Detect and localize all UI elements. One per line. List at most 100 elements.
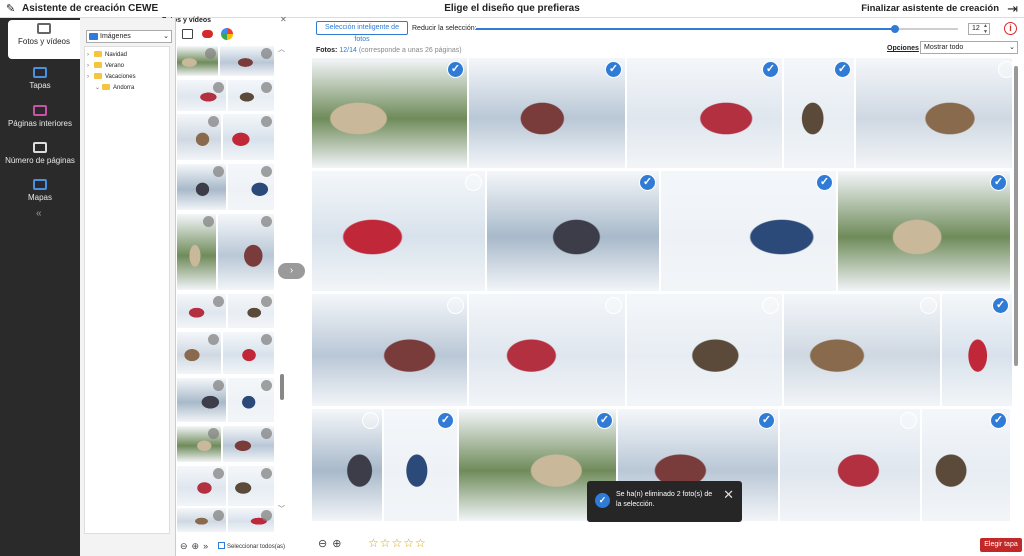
zoom-in-icon[interactable]: ⊕ [192,541,200,551]
selected-check-icon[interactable]: ✓ [762,61,779,78]
thumbnail[interactable] [228,164,274,210]
photo-tile[interactable] [312,294,467,406]
thumbnail[interactable] [220,46,274,76]
thumbnail[interactable] [177,508,226,532]
nav-item-maps[interactable]: Mapas [0,179,80,203]
thumbnail[interactable] [228,80,274,111]
thumbnail[interactable] [177,294,226,328]
chevron-right-icon[interactable]: › [87,51,94,59]
thumbnail[interactable] [177,378,226,422]
device-icon[interactable] [182,29,193,39]
photo-tile[interactable]: ✓ [627,58,782,168]
tree-item-andorra[interactable]: ⌄ Andorra [95,84,134,92]
thumbnail[interactable] [228,466,274,506]
thumbnail[interactable] [228,508,274,532]
finish-wizard-link[interactable]: Finalizar asistente de creación [861,3,999,14]
slider-handle[interactable] [891,25,900,33]
add-arrow-icon[interactable] [208,334,219,345]
photo-count-stepper[interactable]: 12 ▲ ▼ [968,23,990,35]
add-arrow-icon[interactable] [213,296,224,307]
chevron-down-icon[interactable]: ⌄ [95,84,102,92]
selected-check-icon[interactable]: ✓ [437,412,454,429]
zoom-in-icon[interactable]: ⊕ [332,538,341,550]
add-arrow-icon[interactable] [261,116,272,127]
unselected-circle-icon[interactable] [362,412,379,429]
chevron-up-icon[interactable]: ︿ [278,44,285,54]
chevron-down-icon[interactable]: ﹀ [278,504,285,514]
add-arrow-icon[interactable] [261,380,272,391]
add-arrow-icon[interactable] [261,510,272,521]
photo-tile[interactable] [780,409,920,521]
photo-tile[interactable] [627,294,782,406]
photo-tile[interactable]: ✓ [487,171,659,291]
add-arrow-icon[interactable] [213,380,224,391]
photo-tile[interactable] [469,294,625,406]
thumbnail[interactable] [218,214,274,290]
add-arrow-icon[interactable] [205,48,216,59]
photo-tile[interactable] [312,171,485,291]
selected-check-icon[interactable]: ✓ [758,412,775,429]
nav-item-page-count[interactable]: Número de páginas [0,142,80,166]
unselected-circle-icon[interactable] [920,297,937,314]
photo-tile[interactable]: ✓ [784,58,854,168]
selected-check-icon[interactable]: ✓ [447,61,464,78]
photo-tile[interactable]: ✓ [469,58,625,168]
add-arrow-icon[interactable] [261,48,272,59]
add-arrow-icon[interactable] [208,428,219,439]
selected-check-icon[interactable]: ✓ [605,61,622,78]
add-arrow-icon[interactable] [261,468,272,479]
chevron-down-icon[interactable]: › [87,73,94,81]
nav-item-pages[interactable]: Páginas interiores [0,105,80,129]
selected-check-icon[interactable]: ✓ [990,412,1007,429]
folder-select[interactable]: Imágenes ⌄ [86,30,172,43]
reduce-selection-slider[interactable] [476,25,958,33]
cloud-icon[interactable] [202,30,213,38]
selected-check-icon[interactable]: ✓ [639,174,656,191]
collapse-icon[interactable]: « [36,208,42,219]
add-to-selection-button[interactable]: › [278,263,305,279]
zoom-out-icon[interactable]: ⊖ [180,541,188,551]
options-link[interactable]: Opciones [887,45,919,52]
selected-check-icon[interactable]: ✓ [834,61,851,78]
thumbnail[interactable] [177,332,221,374]
thumbnail[interactable] [177,164,226,210]
unselected-circle-icon[interactable] [465,174,482,191]
stepper-arrows-icon[interactable]: ▲ ▼ [983,23,988,35]
selected-check-icon[interactable]: ✓ [990,174,1007,191]
close-panel-icon[interactable]: ✕ [280,15,287,24]
add-arrow-icon[interactable] [208,116,219,127]
thumbnail[interactable] [177,46,218,76]
unselected-circle-icon[interactable] [998,61,1012,78]
tree-item-navidad[interactable]: › Navidad [87,51,127,59]
photo-tile[interactable] [856,58,1012,168]
add-arrow-icon[interactable] [213,166,224,177]
close-icon[interactable]: ✕ [723,487,734,503]
add-arrow-icon[interactable] [213,468,224,479]
thumbnail[interactable] [223,114,274,160]
add-arrow-icon[interactable] [261,296,272,307]
nav-item-covers[interactable]: Tapas [0,67,80,91]
smart-selection-button[interactable]: Selección inteligente de fotos [316,21,408,43]
thumbnail[interactable] [228,378,274,422]
unselected-circle-icon[interactable] [447,297,464,314]
photo-tile[interactable]: ✓ [922,409,1010,521]
unselected-circle-icon[interactable] [605,297,622,314]
chevron-right-icon[interactable]: › [87,62,94,70]
zoom-out-icon[interactable]: ⊖ [318,538,327,550]
photo-tile[interactable]: ✓ [312,58,467,168]
photo-tile[interactable]: ✓ [384,409,457,521]
photo-grid-scrollbar[interactable] [1013,58,1019,523]
checkbox-icon[interactable] [218,542,225,549]
add-arrow-icon[interactable] [261,334,272,345]
thumbnail[interactable] [228,294,274,328]
choose-cover-button[interactable]: Elegir tapa [980,538,1022,552]
rating-stars[interactable]: ☆☆☆☆☆ [368,536,427,550]
scrollbar-thumb[interactable] [1014,66,1018,366]
add-arrow-icon[interactable] [261,82,272,93]
thumbnail[interactable] [223,426,274,462]
thumbnail[interactable] [177,214,216,290]
photo-tile[interactable] [312,409,382,521]
add-arrow-icon[interactable] [203,216,214,227]
unselected-circle-icon[interactable] [762,297,779,314]
photo-tile[interactable]: ✓ [838,171,1010,291]
